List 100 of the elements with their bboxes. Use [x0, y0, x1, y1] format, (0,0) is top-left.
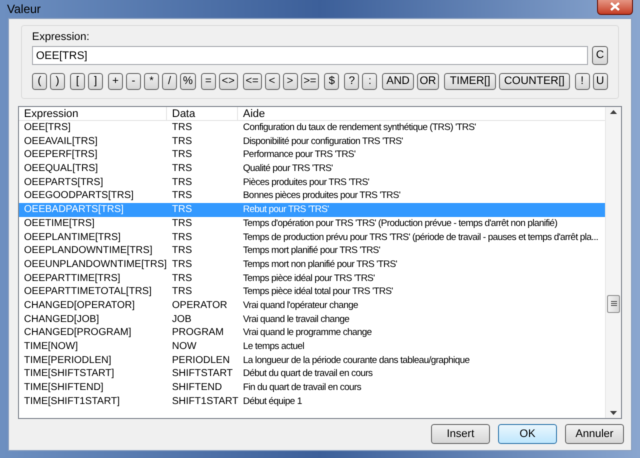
dialog-button[interactable]: Annuler [565, 424, 624, 444]
column-header[interactable]: Expression [19, 107, 167, 120]
table-cell-text: TRS [171, 176, 193, 190]
table-cell-text: OEEPARTS[TRS] [23, 176, 104, 190]
table-cell-text: TRS [171, 216, 193, 230]
table-cell-text: SHIFT1START [171, 394, 238, 408]
table-cell-text: TRS [171, 134, 193, 148]
table-cell-text: TRS [171, 148, 193, 162]
table-cell-text: OEEGOODPARTS[TRS] [23, 189, 135, 204]
table-cell-text: Temps d'opération pour TRS 'TRS' (Production prévue - temps d'arrêt non planifié) [242, 216, 558, 230]
table-cell-text: TIME[PERIODLEN] [23, 354, 112, 368]
table-cell-text: PERIODLEN [171, 354, 231, 368]
operator-button[interactable]: U [592, 73, 608, 90]
table-row[interactable]: CHANGED[PROGRAM] PROGRAM Vrai quand le programme change [19, 326, 605, 340]
table-row[interactable]: OEEUNPLANDOWNTIME[TRS] TRS Temps mort non planifié pour TRS 'TRS' [19, 258, 605, 272]
scrollbar[interactable] [605, 107, 621, 418]
table-row[interactable]: OEEPARTTIMETOTAL[TRS] TRS Temps pièce idéal total pour TRS 'TRS' [19, 285, 605, 299]
table-cell-text: Bonnes pièces produites pour TRS 'TRS' [242, 189, 402, 204]
operator-button[interactable]: $ [324, 73, 340, 90]
table-row[interactable]: TIME[SHIFT1START] SHIFT1START Début équipe 1 [19, 394, 605, 408]
table-row[interactable]: OEEPLANTIME[TRS] TRS Temps de production prévu pour TRS 'TRS' (période de travail - pauses et temps d'arrêt pla... [19, 230, 605, 244]
operator-button[interactable]: ) [50, 73, 65, 90]
table-cell-text: TRS [171, 258, 193, 272]
table-row[interactable]: OEEPARTS[TRS] TRS Pièces produites pour TRS 'TRS' [19, 176, 605, 190]
table-cell-text: CHANGED[OPERATOR] [23, 298, 136, 313]
table-row[interactable]: TIME[SHIFTSTART] SHIFTSTART Début du quart de travail en cours [19, 367, 605, 382]
scroll-up-icon [610, 110, 617, 114]
grip-icon [610, 301, 616, 307]
table-cell-text: CHANGED[PROGRAM] [23, 326, 132, 340]
close-button[interactable] [597, 0, 633, 15]
operator-button[interactable]: COUNTER[] [499, 73, 570, 90]
close-icon [610, 2, 620, 10]
table-cell-text: OEEPLANTIME[TRS] [23, 230, 122, 244]
table-cell-text: TRS [171, 272, 193, 286]
table-row[interactable]: OEE[TRS] TRS Configuration du taux de rendement synthétique (TRS) 'TRS' [19, 121, 605, 135]
table-row[interactable]: OEEPLANDOWNTIME[TRS] TRS Temps mort planifié pour TRS 'TRS' [19, 244, 605, 258]
table-cell-text: Vrai quand le travail change [242, 312, 350, 326]
table-cell-text: TIME[NOW] [23, 340, 79, 354]
operator-button[interactable]: TIMER[] [444, 73, 496, 90]
table-cell-text: Temps de production prévu pour TRS 'TRS' (période de travail - pauses et temps d'arrêt pla... [242, 230, 600, 244]
table-cell-text: OEEPARTTIMETOTAL[TRS] [23, 285, 153, 299]
table-cell-text: Vrai quand l'opérateur change [242, 298, 360, 313]
operator-button[interactable]: OR [416, 73, 440, 90]
table-cell-text: CHANGED[JOB] [23, 312, 100, 326]
table-cell-text: Temps pièce idéal pour TRS 'TRS' [242, 272, 376, 286]
table-cell-text: TIME[SHIFT1START] [23, 394, 121, 408]
table-cell-text: OEEPERF[TRS] [23, 148, 98, 162]
operator-button[interactable]: <= [242, 73, 262, 90]
table-row[interactable]: OEEAVAIL[TRS] TRS Disponibilité pour configuration TRS 'TRS' [19, 134, 605, 148]
operator-button[interactable]: >= [300, 73, 320, 90]
table-cell-text: OEEAVAIL[TRS] [23, 134, 99, 148]
table-cell-text: TRS [171, 162, 193, 176]
expression-field[interactable]: OEE[TRS] [32, 46, 588, 65]
column-header[interactable]: Aide [238, 107, 605, 120]
table-cell-text: NOW [171, 340, 198, 354]
table-row[interactable]: OEEGOODPARTS[TRS] TRS Bonnes pièces produites pour TRS 'TRS' [19, 189, 605, 204]
operator-button[interactable]: [ [70, 73, 85, 90]
table-row[interactable]: OEEPERF[TRS] TRS Performance pour TRS 'TRS' [19, 148, 605, 162]
table-row[interactable]: OEETIME[TRS] TRS Temps d'opération pour TRS 'TRS' (Production prévue - temps d'arrêt non planifié) [19, 216, 605, 230]
table-row[interactable]: TIME[NOW] NOW Le temps actuel [19, 340, 605, 354]
dialog-button[interactable]: Insert [431, 424, 490, 444]
operator-button[interactable]: AND [382, 73, 414, 90]
operator-button[interactable]: / [162, 73, 177, 90]
operator-button[interactable]: ] [88, 73, 103, 90]
table-row[interactable]: OEEPARTTIME[TRS] TRS Temps pièce idéal pour TRS 'TRS' [19, 272, 605, 286]
operator-button[interactable]: + [108, 73, 123, 90]
operator-button[interactable]: > [282, 73, 298, 90]
operator-button[interactable]: = [200, 73, 216, 90]
operator-button[interactable]: * [144, 73, 159, 90]
table-row[interactable]: TIME[SHIFTEND] SHIFTEND Fin du quart de travail en cours [19, 381, 605, 395]
operator-button[interactable]: ( [32, 73, 47, 90]
table-cell-text: TRS [171, 189, 193, 204]
operator-button[interactable]: : [362, 73, 378, 90]
scroll-thumb[interactable] [607, 295, 620, 313]
operator-button[interactable]: ? [344, 73, 360, 90]
table-cell-text: OEEBADPARTS[TRS] [23, 203, 125, 217]
table-row[interactable]: OEEQUAL[TRS] TRS Qualité pour TRS 'TRS' [19, 162, 605, 176]
table-cell-text: Disponibilité pour configuration TRS 'TRS' [242, 134, 404, 148]
table-cell-text: Temps mort planifié pour TRS 'TRS' [242, 244, 382, 258]
table-cell-text: TIME[SHIFTEND] [23, 381, 104, 395]
table-cell-text: TRS [171, 121, 193, 135]
operator-button[interactable]: < [264, 73, 280, 90]
table-cell-text: TRS [171, 285, 193, 299]
table-row[interactable]: CHANGED[JOB] JOB Vrai quand le travail change [19, 312, 605, 326]
table-cell-text: Rebut pour TRS 'TRS' [242, 203, 330, 217]
dialog-button[interactable]: OK [498, 424, 557, 444]
expression-label: Expression: [32, 31, 90, 44]
table-row[interactable]: CHANGED[OPERATOR] OPERATOR Vrai quand l'opérateur change [19, 298, 605, 313]
table-cell-text: Temps pièce idéal total pour TRS 'TRS' [242, 285, 394, 299]
scroll-down-icon [610, 411, 617, 415]
clear-button[interactable]: C [592, 46, 608, 65]
table-cell-text: OEEUNPLANDOWNTIME[TRS] [23, 258, 167, 272]
operator-button[interactable]: <> [218, 73, 238, 90]
table-cell-text: SHIFTSTART [171, 367, 234, 382]
table-row[interactable]: TIME[PERIODLEN] PERIODLEN La longueur de la période courante dans tableau/graphique [19, 354, 605, 368]
operator-button[interactable]: - [126, 73, 141, 90]
operator-button[interactable]: % [180, 73, 196, 90]
table-cell-text: OEE[TRS] [23, 121, 72, 135]
column-header[interactable]: Data [167, 107, 238, 120]
operator-button[interactable]: ! [574, 73, 590, 90]
